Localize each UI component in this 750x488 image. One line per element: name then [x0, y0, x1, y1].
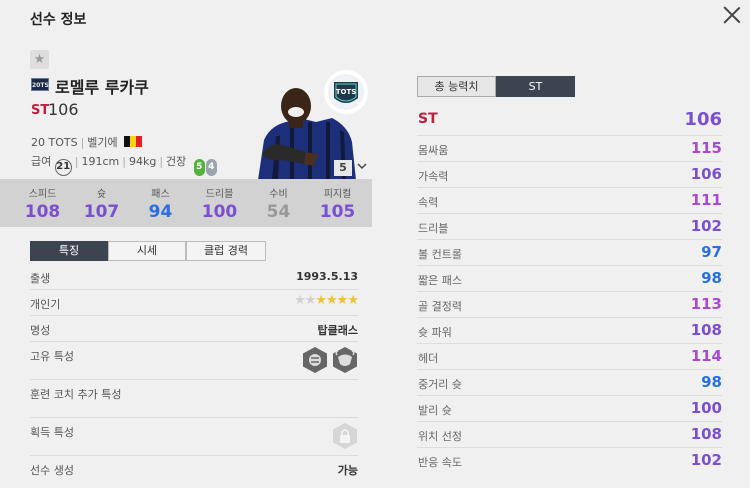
stat-dribbling: 드리블 100	[201, 189, 238, 222]
trait-dribbler-icon[interactable]	[302, 346, 328, 374]
skill-moves-stars: ★★★★★★	[294, 293, 359, 308]
stat-defending: 수비 54	[266, 189, 291, 222]
birth-value: 1993.5.13	[296, 270, 358, 283]
attr-row: 속력 111	[417, 188, 722, 214]
summary-stats-bar: 스피드 108 슛 107 패스 94 드리블 100 수비 54 피지컬 105	[0, 179, 372, 227]
attr-row: 중거리 슛 98	[417, 370, 722, 396]
tab-club-career[interactable]: 클럽 경력	[186, 241, 266, 261]
lock-icon	[333, 423, 357, 449]
favorite-star-icon[interactable]: ★	[30, 50, 49, 69]
left-foot-icon: 5	[193, 159, 205, 176]
coach-traits-label: 훈련 코치 추가 특성	[30, 388, 122, 401]
skill-moves-label: 개인기	[30, 298, 61, 311]
height: 191cm	[81, 155, 120, 168]
attr-row: 몸싸움 115	[417, 136, 722, 162]
info-row-skill-moves: 개인기 ★★★★★★	[30, 290, 359, 316]
upgrade-level[interactable]: 5	[334, 160, 352, 176]
window-header: 선수 정보	[0, 0, 750, 36]
stat-physical: 피지컬 105	[319, 189, 356, 222]
right-foot-icon: 4	[205, 159, 217, 176]
info-row-birth: 출생 1993.5.13	[30, 266, 358, 290]
tab-total-stats[interactable]: 총 능력치	[417, 76, 496, 97]
attr-row-position: ST 106	[417, 108, 722, 136]
weight: 94kg	[128, 155, 157, 168]
attr-row: 가속력 106	[417, 162, 722, 188]
player-ovr: 106	[48, 100, 79, 119]
build: 건장	[166, 155, 187, 168]
info-tabs: 특징 시세 클럽 경력	[30, 241, 266, 261]
player-physical-info: 급여 21 | 191cm | 94kg | 건장 54	[31, 153, 217, 176]
info-row-coach-traits: 훈련 코치 추가 특성	[30, 380, 358, 418]
attr-position-label: ST	[418, 111, 438, 127]
close-icon[interactable]	[722, 5, 742, 25]
attr-row: 짧은 패스 98	[417, 266, 722, 292]
info-row-acquired-traits: 획득 특성	[30, 418, 358, 456]
trait-buffalo-icon[interactable]	[332, 346, 358, 374]
star-filled-icon: ★★★★	[315, 293, 359, 308]
wage-value: 21	[54, 159, 72, 176]
stat-shooting: 슛 107	[83, 189, 120, 222]
player-position: ST	[31, 103, 50, 118]
chevron-down-icon[interactable]	[356, 160, 368, 172]
attr-row: 반응 속도 102	[418, 451, 722, 469]
tab-market-price[interactable]: 시세	[108, 241, 186, 261]
player-creation-label: 선수 생성	[30, 464, 74, 477]
acquired-traits-label: 획득 특성	[30, 426, 74, 439]
info-row-unique-traits: 고유 특성	[30, 342, 358, 380]
tab-position-st[interactable]: ST	[496, 76, 575, 97]
attr-position-value: 106	[684, 109, 722, 130]
attr-row: 헤더 114	[417, 344, 722, 370]
tab-traits[interactable]: 특징	[30, 241, 108, 261]
attr-row: 발리 슛 100	[417, 396, 722, 422]
attr-row: 슛 파워 108	[417, 318, 722, 344]
reputation-value: 탑클래스	[317, 324, 358, 337]
belgium-flag-icon	[124, 136, 143, 147]
stat-passing: 패스 94	[148, 189, 173, 222]
attr-row: 위치 선정 108	[417, 422, 722, 448]
player-name: 로멜루 루카쿠	[55, 78, 149, 97]
wage-label: 급여	[31, 155, 52, 168]
season-badge: 20TS	[31, 78, 49, 91]
attr-row: 드리블 102	[417, 214, 722, 240]
reputation-label: 명성	[30, 324, 51, 337]
unique-traits-label: 고유 특성	[30, 350, 74, 363]
attr-row: 볼 컨트롤 97	[417, 240, 722, 266]
stat-speed: 스피드 108	[24, 189, 61, 222]
nation-name: 벨기에	[87, 136, 118, 149]
attribute-tabs: 총 능력치 ST	[417, 76, 575, 97]
attr-row: 골 결정력 113	[417, 292, 722, 318]
birth-label: 출생	[30, 272, 51, 285]
info-row-player-creation: 선수 생성 가능	[30, 456, 358, 482]
window-title: 선수 정보	[30, 12, 87, 28]
star-empty-icon: ★★	[294, 293, 316, 308]
player-creation-value: 가능	[337, 464, 358, 477]
info-row-reputation: 명성 탑클래스	[30, 316, 358, 342]
season-name: 20 TOTS	[31, 136, 78, 149]
player-season-nation: 20 TOTS | 벨기에	[31, 134, 143, 150]
card-tots-label: TOTS	[336, 88, 357, 96]
